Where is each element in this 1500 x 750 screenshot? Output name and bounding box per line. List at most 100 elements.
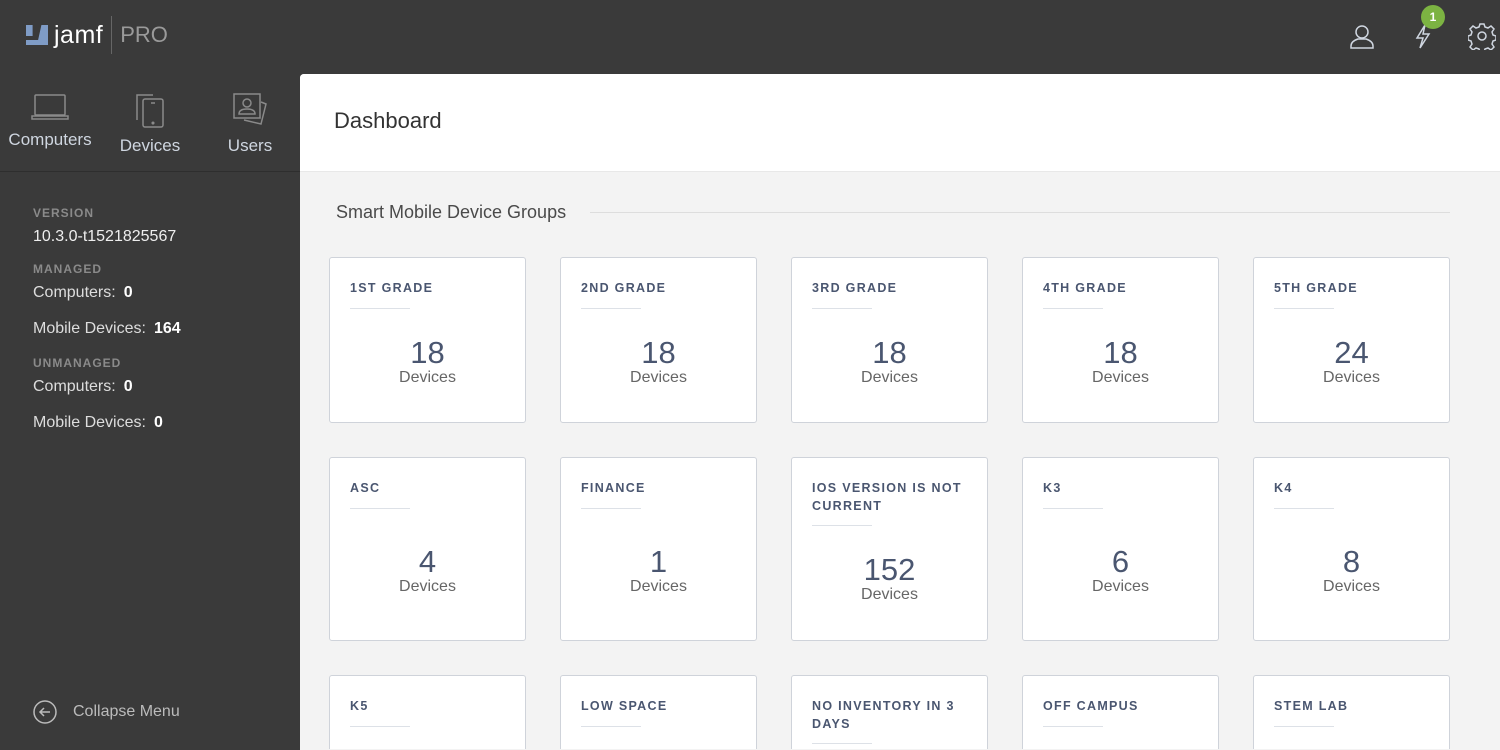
device-count: 1 (649, 543, 668, 579)
nav-label: Computers (8, 130, 92, 149)
device-group-card[interactable]: ASC 4 Devices (329, 457, 526, 641)
collapse-menu-button[interactable]: Collapse Menu (33, 700, 180, 724)
card-title: 3RD GRADE (812, 281, 898, 295)
card-title: 5TH GRADE (1274, 281, 1358, 295)
card-title: K5 (350, 699, 369, 713)
device-group-card[interactable]: OFF CAMPUS (1022, 675, 1219, 749)
unmanaged-mobile-devices: Mobile Devices: 0 (33, 414, 300, 432)
device-group-card[interactable]: 4TH GRADE 18 Devices (1022, 257, 1219, 423)
main-content: Dashboard Smart Mobile Device Groups 1ST… (300, 74, 1500, 750)
card-divider (581, 726, 641, 727)
device-unit: Devices (630, 577, 687, 595)
card-title: 4TH GRADE (1043, 281, 1127, 295)
unmanaged-label: UNMANAGED (33, 356, 122, 370)
card-body: 24 Devices (1254, 309, 1449, 422)
device-group-card[interactable]: 2ND GRADE 18 Devices (560, 257, 757, 423)
version-label: VERSION (33, 206, 95, 220)
card-title: LOW SPACE (581, 699, 668, 713)
device-count: 18 (641, 334, 676, 370)
arrow-left-circle-icon (33, 700, 57, 724)
section-header: Smart Mobile Device Groups (336, 202, 1450, 223)
page-header: Dashboard (300, 74, 1500, 172)
device-unit: Devices (1092, 577, 1149, 595)
device-group-card[interactable]: 1ST GRADE 18 Devices (329, 257, 526, 423)
settings-gear-icon[interactable] (1468, 22, 1496, 50)
stat-value: 164 (153, 320, 181, 337)
stat-label: Computers: (33, 378, 116, 395)
tablet-icon (136, 94, 164, 128)
card-body: 1 Devices (561, 509, 756, 640)
product-name: PRO (120, 22, 168, 47)
nav-label: Users (227, 136, 273, 155)
device-group-grid: 1ST GRADE 18 Devices 2ND GRADE 18 Devices 3RD … (329, 257, 1450, 749)
card-divider (812, 743, 872, 744)
device-group-card[interactable]: K5 (329, 675, 526, 749)
version-value: 10.3.0-t1521825567 (33, 228, 177, 245)
card-title: ASC (350, 481, 381, 495)
laptop-icon (31, 94, 69, 120)
nav-devices[interactable]: Devices (100, 74, 200, 171)
device-count: 152 (863, 552, 916, 587)
device-unit: Devices (861, 368, 918, 386)
card-title: STEM LAB (1274, 699, 1349, 713)
nav-label: Devices (119, 136, 181, 155)
device-group-card[interactable]: NO INVENTORY IN 3 DAYS (791, 675, 988, 749)
device-group-card[interactable]: 3RD GRADE 18 Devices (791, 257, 988, 423)
card-title: OFF CAMPUS (1043, 699, 1139, 713)
device-unit: Devices (861, 586, 918, 603)
device-group-card[interactable]: STEM LAB (1253, 675, 1450, 749)
device-count: 18 (1103, 334, 1138, 370)
stat-label: Computers: (33, 284, 116, 301)
main-nav: Computers Devices Users (0, 74, 300, 172)
system-info: VERSION 10.3.0-t1521825567 MANAGED Compu… (0, 172, 300, 432)
notification-badge: 1 (1421, 5, 1445, 29)
device-group-card[interactable]: IOS VERSION IS NOT CURRENT 152 Devices (791, 457, 988, 641)
device-unit: Devices (630, 368, 687, 386)
stat-value: 0 (123, 284, 133, 301)
device-count: 4 (418, 543, 437, 579)
top-bar: jamf PRO 1 (0, 0, 1500, 74)
device-group-card[interactable]: LOW SPACE (560, 675, 757, 749)
device-unit: Devices (399, 577, 456, 595)
nav-users[interactable]: Users (200, 74, 300, 171)
unmanaged-computers: Computers: 0 (33, 378, 300, 396)
card-body: 152 Devices (792, 526, 987, 640)
device-count: 18 (872, 334, 907, 370)
card-body: 18 Devices (330, 309, 525, 422)
card-body: 6 Devices (1023, 509, 1218, 640)
device-count: 8 (1342, 543, 1361, 579)
sidebar: Computers Devices Users VERSION 10.3.0-t… (0, 74, 300, 750)
device-unit: Devices (399, 368, 456, 386)
card-title: 1ST GRADE (350, 281, 434, 295)
nav-computers[interactable]: Computers (0, 74, 100, 171)
device-group-card[interactable]: K3 6 Devices (1022, 457, 1219, 641)
jamf-pro-logo[interactable]: jamf PRO (26, 16, 168, 54)
managed-label: MANAGED (33, 262, 102, 276)
user-account-icon[interactable] (1348, 22, 1376, 50)
device-count: 6 (1111, 543, 1130, 579)
device-group-card[interactable]: 5TH GRADE 24 Devices (1253, 257, 1450, 423)
device-count: 24 (1334, 334, 1369, 370)
stat-label: Mobile Devices: (33, 320, 146, 337)
managed-mobile-devices: Mobile Devices: 164 (33, 320, 300, 338)
card-title: IOS VERSION IS NOT CURRENT (812, 481, 962, 513)
jamf-logo-mark-icon (26, 25, 48, 45)
card-body: 18 Devices (1023, 309, 1218, 422)
card-title: K4 (1274, 481, 1293, 495)
card-divider (350, 726, 410, 727)
stat-label: Mobile Devices: (33, 414, 146, 431)
logo-divider (111, 16, 113, 54)
device-group-card[interactable]: FINANCE 1 Devices (560, 457, 757, 641)
page-title: Dashboard (334, 108, 442, 133)
device-group-card[interactable]: K4 8 Devices (1253, 457, 1450, 641)
card-divider (1043, 726, 1103, 727)
card-title: K3 (1043, 481, 1062, 495)
brand-name: jamf (54, 20, 104, 49)
device-unit: Devices (1323, 577, 1380, 595)
card-body: 18 Devices (561, 309, 756, 422)
device-count: 18 (410, 334, 445, 370)
card-title: FINANCE (581, 481, 646, 495)
section-title: Smart Mobile Device Groups (336, 202, 567, 222)
stat-value: 0 (153, 414, 163, 431)
device-unit: Devices (1323, 368, 1380, 386)
